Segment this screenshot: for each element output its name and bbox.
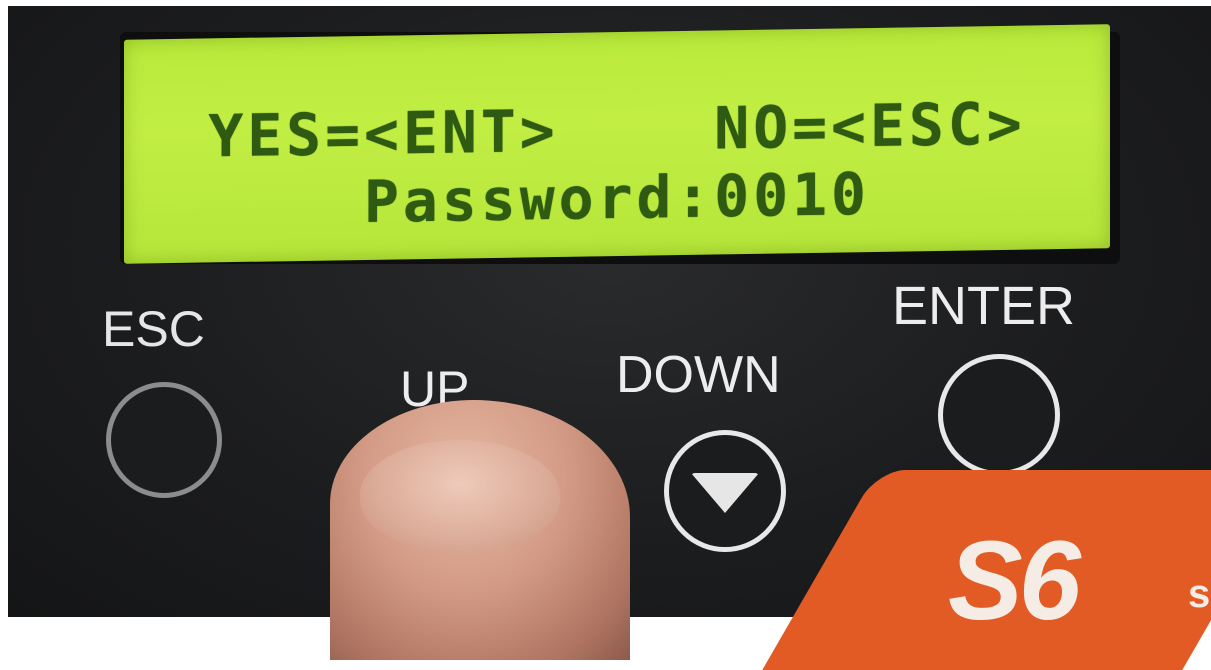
brand-logo-suffix: s bbox=[1188, 572, 1211, 616]
esc-label: ESC bbox=[102, 301, 205, 357]
brand-logo: S6 bbox=[948, 518, 1081, 643]
down-button[interactable] bbox=[664, 430, 786, 552]
enter-button[interactable] bbox=[938, 354, 1060, 476]
fingernail bbox=[360, 440, 560, 550]
triangle-down-icon bbox=[691, 473, 759, 513]
down-label: DOWN bbox=[616, 346, 781, 404]
esc-button[interactable] bbox=[106, 382, 222, 498]
enter-label: ENTER bbox=[892, 276, 1076, 336]
lcd-line-password: Password:0010 bbox=[364, 160, 870, 236]
lcd-display: YES=<ENT> NO=<ESC> Password:0010 bbox=[124, 24, 1110, 264]
